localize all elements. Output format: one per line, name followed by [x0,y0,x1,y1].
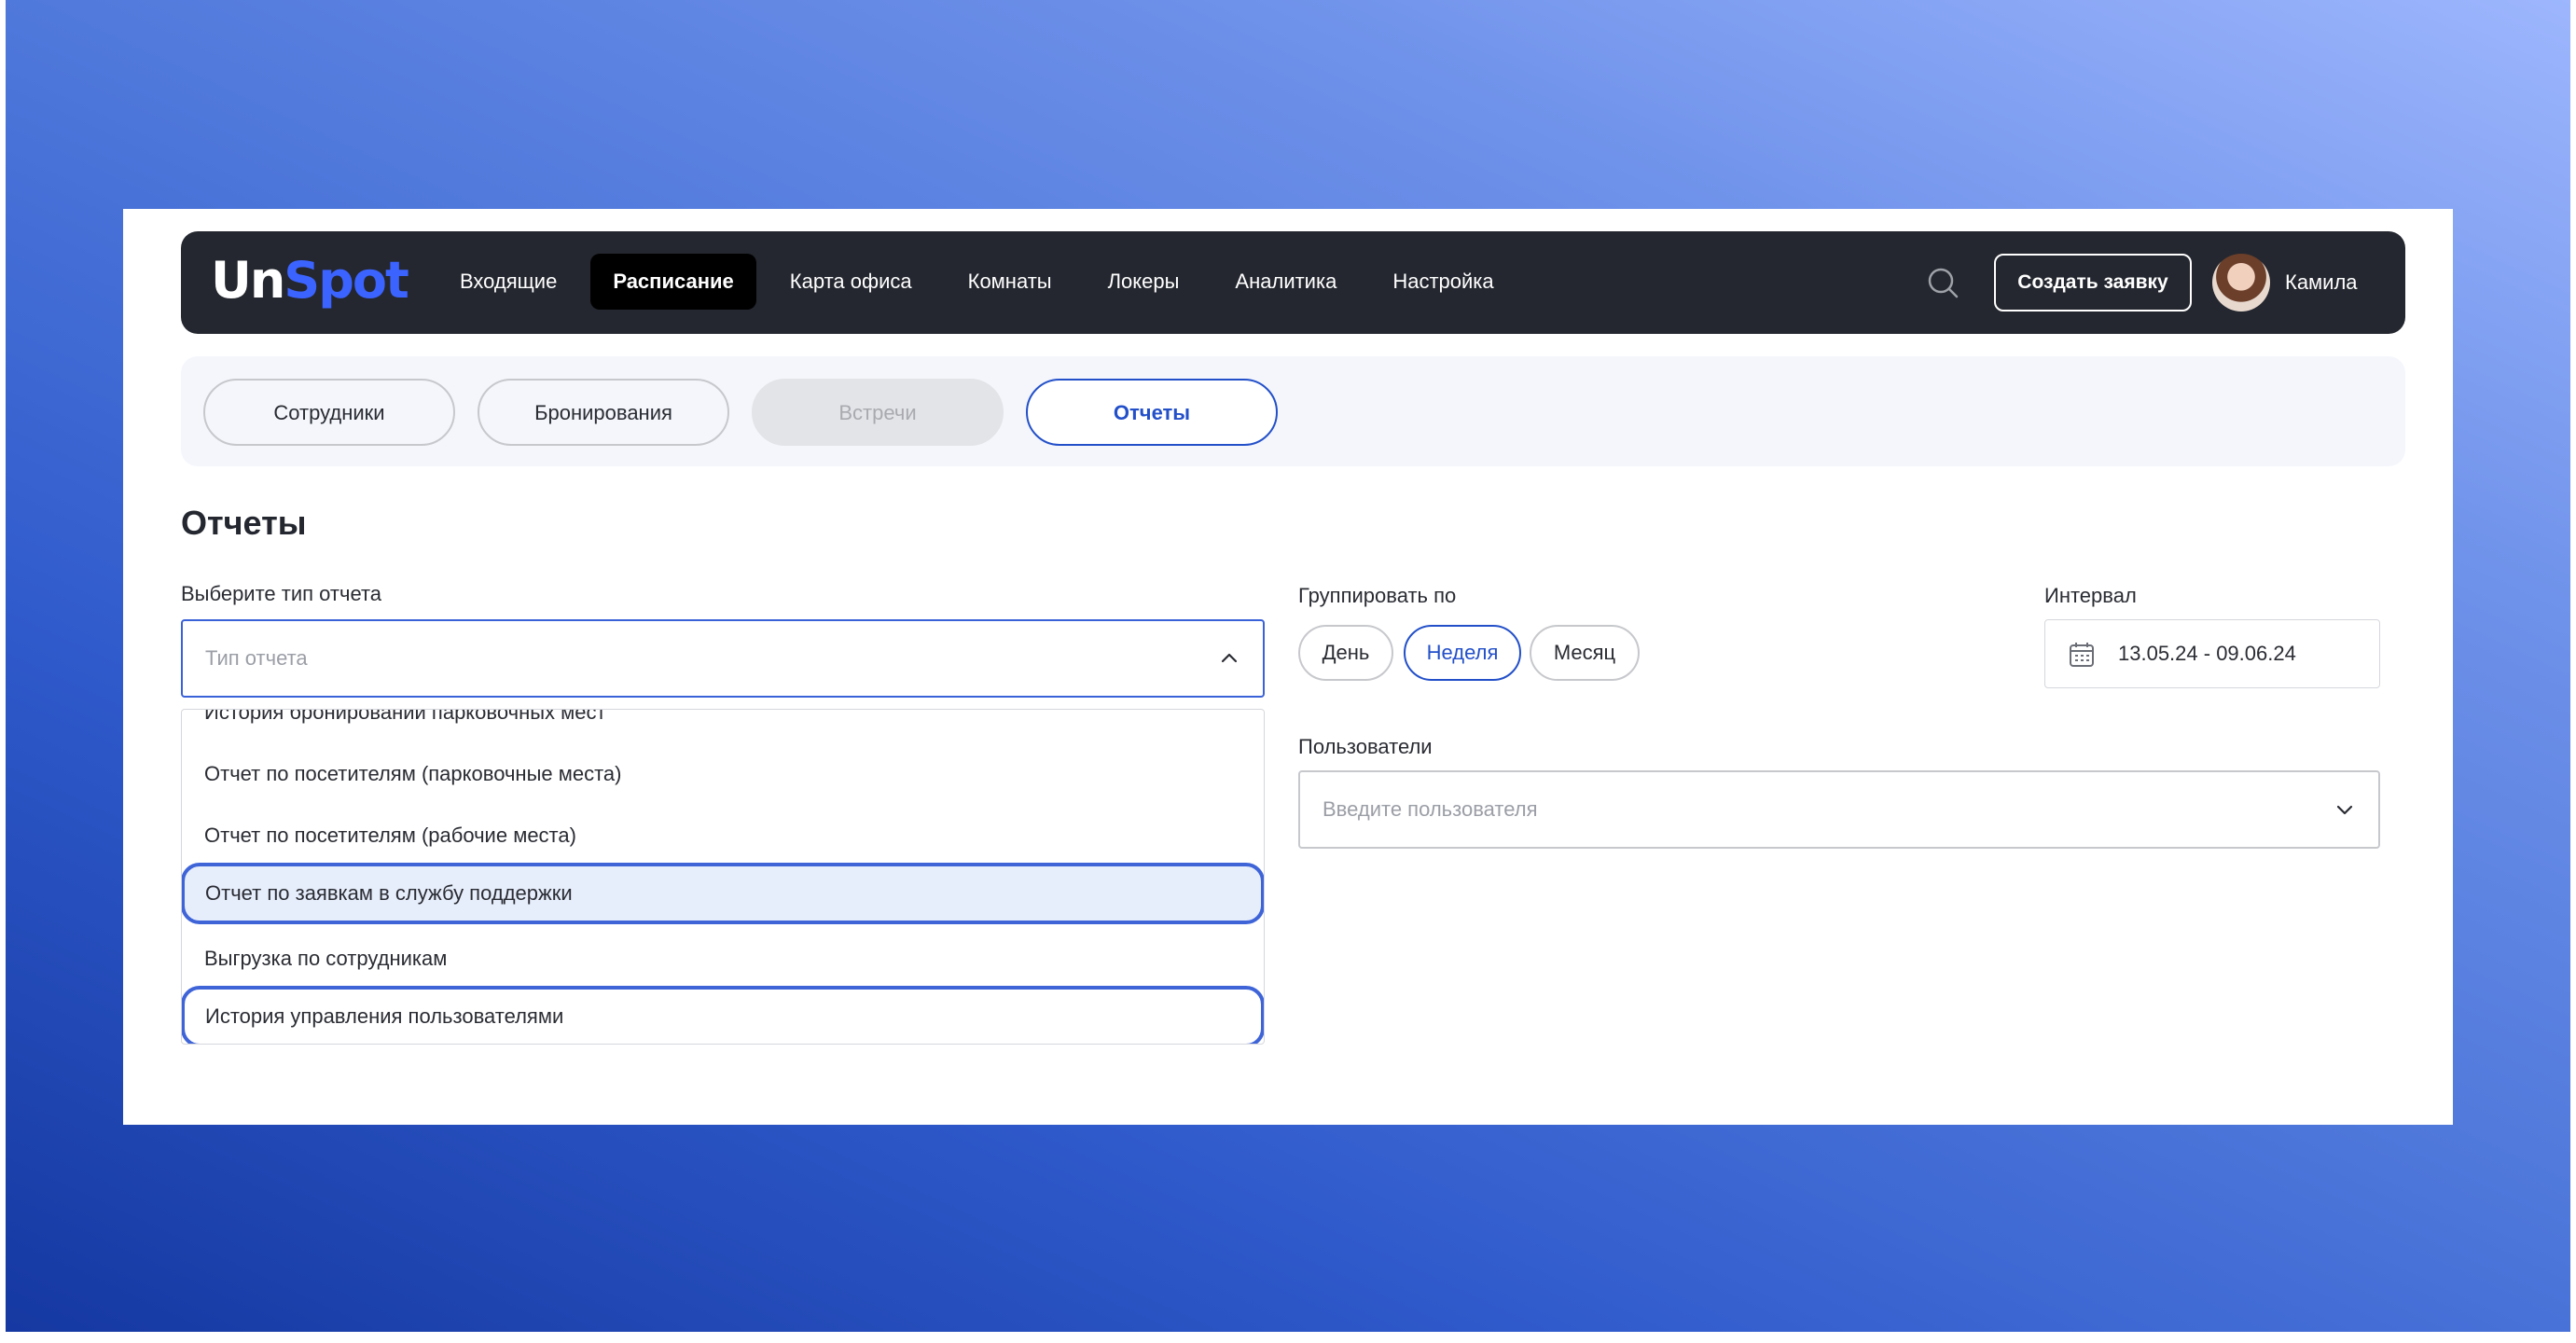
dropdown-option[interactable]: Выгрузка по сотрудникам [182,928,1264,990]
page-title: Отчеты [181,504,307,542]
interval-value: 13.05.24 - 09.06.24 [2118,642,2296,665]
user-name[interactable]: Камила [2285,254,2358,312]
report-type-select[interactable]: Тип отчета [181,619,1265,698]
dropdown-option-outlined[interactable]: История управления пользователями [182,986,1264,1044]
logo-text-un: Un [211,251,285,310]
main-nav: Входящие Расписание Карта офиса Комнаты … [437,254,1528,310]
chevron-down-icon [2336,805,2353,815]
dropdown-option[interactable]: Отчет по посетителям (парковочные места) [182,743,1264,805]
unspot-logo[interactable]: UnSpot [211,248,409,313]
report-type-label: Выберите тип отчета [181,582,382,605]
interval-label: Интервал [2044,584,2137,607]
chevron-up-icon [1221,653,1238,663]
tab-bookings[interactable]: Бронирования [478,379,729,446]
dropdown-option[interactable]: Отчет по посетителям (рабочие места) [182,805,1264,866]
tab-meetings: Встречи [752,379,1004,446]
nav-item-settings[interactable]: Настройка [1370,254,1516,310]
nav-item-rooms[interactable]: Комнаты [946,254,1074,310]
calendar-icon [2070,643,2094,667]
group-by-week[interactable]: Неделя [1404,625,1521,681]
nav-item-inbox[interactable]: Входящие [437,254,579,310]
user-avatar[interactable] [2212,254,2270,312]
nav-item-lockers[interactable]: Локеры [1086,254,1202,310]
report-type-dropdown: История бронирований парковочных мест От… [181,709,1265,1045]
dropdown-option[interactable]: История бронирований парковочных мест [182,710,1264,743]
app-window: UnSpot Входящие Расписание Карта офиса К… [123,209,2453,1125]
logo-text-spot: Spot [284,251,409,310]
users-label: Пользователи [1298,735,1433,758]
group-by-day[interactable]: День [1298,625,1393,681]
interval-picker[interactable]: 13.05.24 - 09.06.24 [2044,619,2380,688]
tab-employees[interactable]: Сотрудники [203,379,455,446]
group-by-label: Группировать по [1298,584,1457,607]
nav-item-schedule[interactable]: Расписание [590,254,756,310]
search-icon[interactable] [1925,265,1960,300]
tab-reports[interactable]: Отчеты [1026,379,1278,446]
dropdown-option-highlighted[interactable]: Отчет по заявкам в службу поддержки [182,863,1264,924]
report-type-placeholder: Тип отчета [205,646,308,670]
section-tabs: Сотрудники Бронирования Встречи Отчеты [181,356,2405,466]
nav-item-office-map[interactable]: Карта офиса [768,254,935,310]
users-select[interactable]: Введите пользователя [1298,770,2380,849]
top-navbar: UnSpot Входящие Расписание Карта офиса К… [181,231,2405,334]
group-by-month[interactable]: Месяц [1530,625,1640,681]
users-placeholder: Введите пользователя [1323,797,1538,821]
create-request-button[interactable]: Создать заявку [1994,254,2192,312]
nav-item-analytics[interactable]: Аналитика [1212,254,1359,310]
